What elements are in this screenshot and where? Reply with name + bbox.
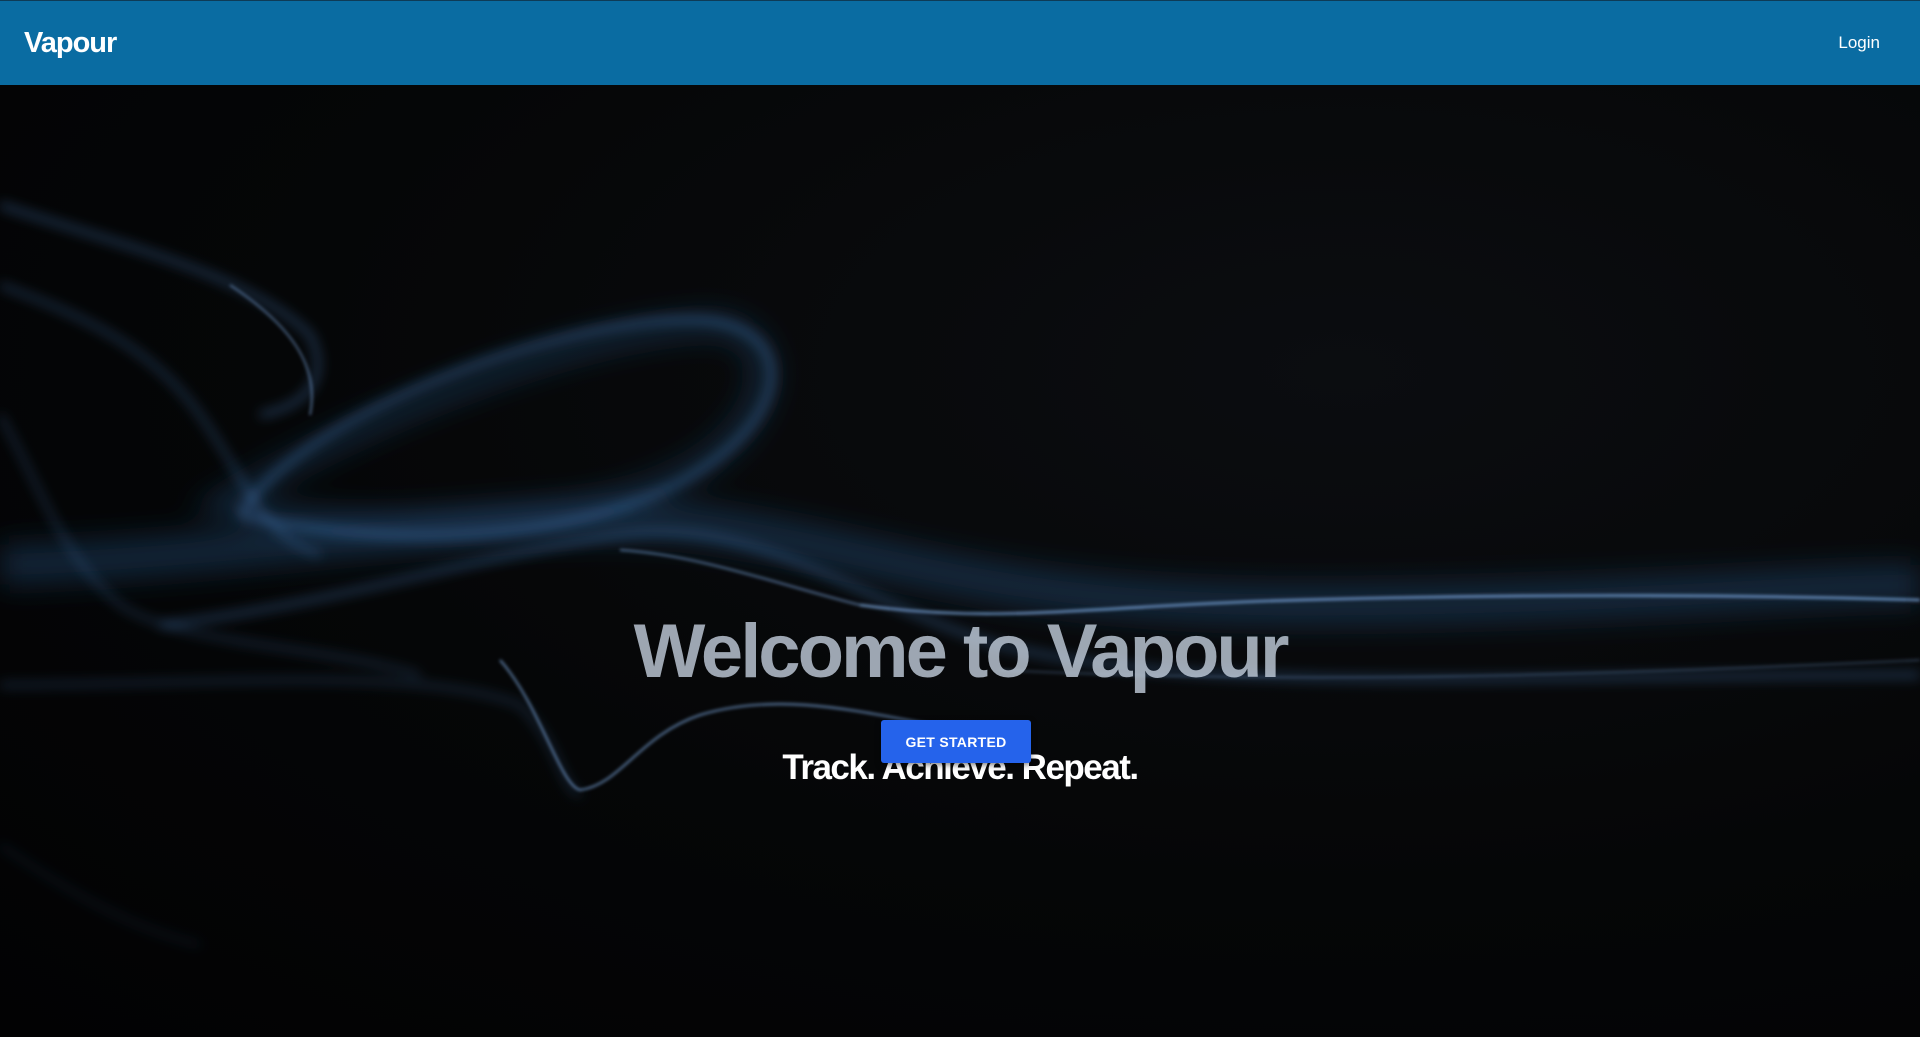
login-link[interactable]: Login — [1838, 33, 1880, 53]
smoke-background-image — [0, 202, 1920, 947]
hero-section: Welcome to Vapour Track. Achieve. Repeat… — [0, 85, 1920, 1037]
get-started-button[interactable]: GET STARTED — [881, 720, 1031, 763]
brand-logo[interactable]: Vapour — [24, 27, 117, 60]
top-navbar: Vapour Login — [0, 0, 1920, 85]
hero-title: Welcome to Vapour — [633, 608, 1290, 694]
